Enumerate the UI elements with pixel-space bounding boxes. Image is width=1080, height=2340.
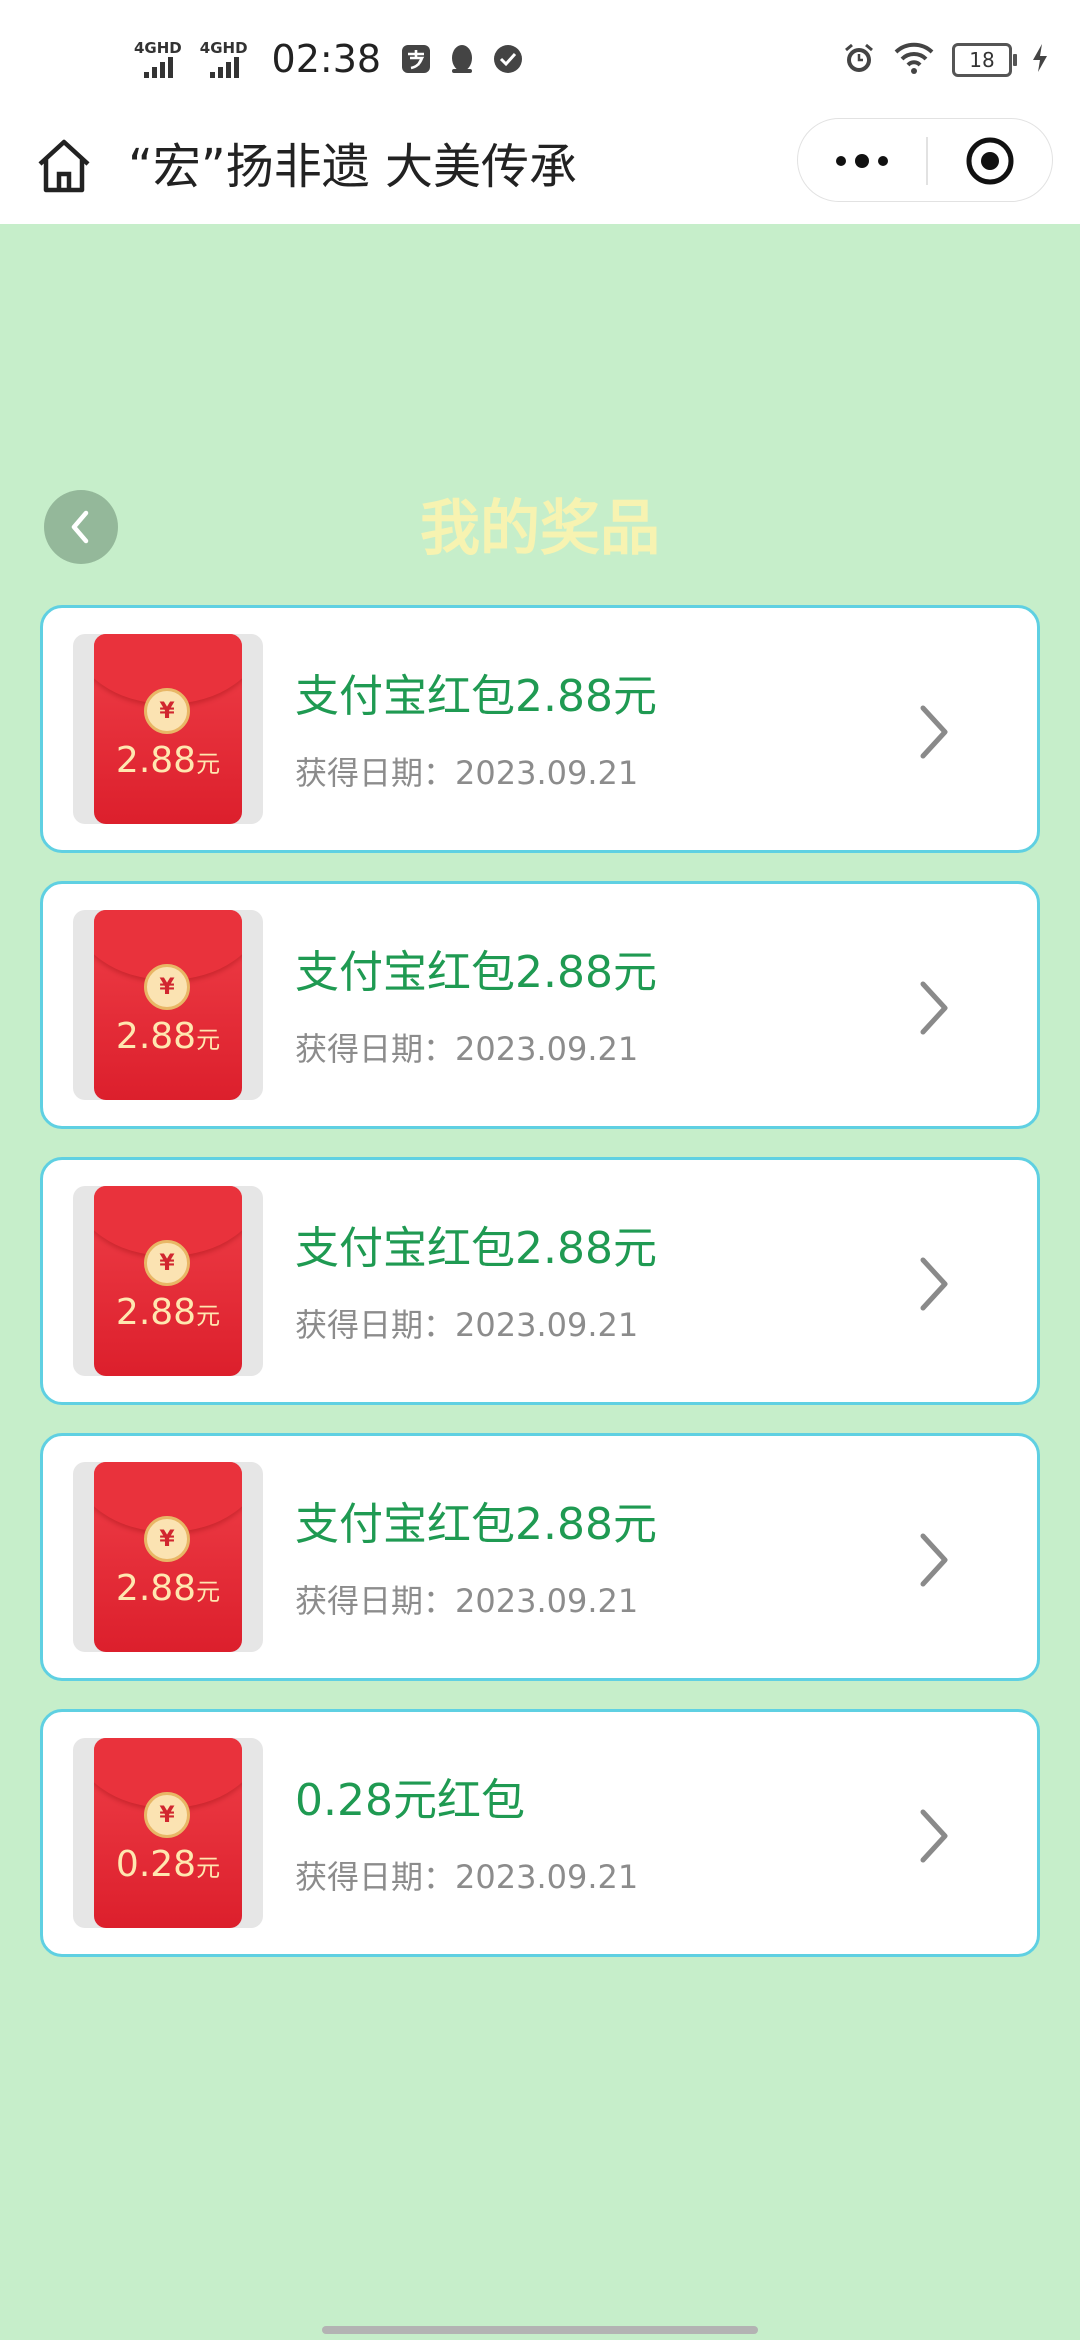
prize-thumbnail: ¥ 0.28元: [73, 1738, 263, 1928]
penguin-app-icon: [445, 42, 479, 76]
prize-date: 获得日期：2023.09.21: [295, 1306, 639, 1344]
envelope-amount: 2.88元: [94, 1292, 242, 1333]
prize-date: 获得日期：2023.09.21: [295, 1858, 639, 1896]
target-icon: [966, 137, 1014, 185]
envelope-amount-unit: 元: [196, 1302, 221, 1330]
page-heading: 我的奖品: [420, 494, 660, 564]
envelope-amount-value: 2.88: [115, 1016, 197, 1057]
prize-card[interactable]: ¥ 2.88元 支付宝红包2.88元 获得日期：2023.09.21: [40, 881, 1040, 1129]
prize-name: 支付宝红包2.88元: [295, 947, 657, 998]
prize-name: 支付宝红包2.88元: [295, 1223, 657, 1274]
status-bar: 4GHD 4GHD 02:38 18: [0, 0, 1080, 112]
envelope-amount-unit: 元: [196, 750, 221, 778]
prize-name: 支付宝红包2.88元: [295, 671, 657, 722]
signal-bars-icon: [209, 56, 239, 78]
coin-icon: ¥: [144, 1516, 190, 1562]
prize-list: ¥ 2.88元 支付宝红包2.88元 获得日期：2023.09.21 ¥ 2.8…: [40, 605, 1040, 1985]
title-bar: “宏”扬非遗 大美传承: [0, 112, 1080, 224]
chevron-right-icon[interactable]: [913, 1530, 953, 1590]
coin-icon: ¥: [144, 964, 190, 1010]
alipay-app-icon: [399, 42, 433, 76]
status-right: 18: [842, 36, 1050, 84]
coin-icon: ¥: [144, 688, 190, 734]
red-envelope-icon: ¥ 2.88元: [94, 910, 242, 1100]
envelope-amount-unit: 元: [196, 1578, 221, 1606]
red-envelope-icon: ¥ 2.88元: [94, 1186, 242, 1376]
page-title: “宏”扬非遗 大美传承: [128, 139, 577, 195]
envelope-amount-value: 2.88: [115, 740, 197, 781]
envelope-amount-value: 2.88: [115, 1292, 197, 1333]
network-type-label: 4GHD: [199, 38, 248, 57]
status-left: 4GHD 4GHD 02:38: [134, 34, 525, 84]
chevron-right-icon[interactable]: [913, 1254, 953, 1314]
prize-name: 支付宝红包2.88元: [295, 1499, 657, 1550]
coin-icon: ¥: [144, 1792, 190, 1838]
prize-thumbnail: ¥ 2.88元: [73, 1186, 263, 1376]
more-dots-icon: [836, 154, 888, 168]
charging-icon: [1030, 42, 1050, 78]
prize-card[interactable]: ¥ 0.28元 0.28元红包 获得日期：2023.09.21: [40, 1709, 1040, 1957]
signal-2: 4GHD: [199, 38, 248, 78]
network-type-label: 4GHD: [134, 38, 182, 57]
wifi-icon: [894, 42, 934, 78]
red-envelope-icon: ¥ 2.88元: [94, 1462, 242, 1652]
prize-thumbnail: ¥ 2.88元: [73, 634, 263, 824]
prize-card[interactable]: ¥ 2.88元 支付宝红包2.88元 获得日期：2023.09.21: [40, 1433, 1040, 1681]
battery-level: 18: [969, 48, 995, 72]
signal-1: 4GHD: [134, 38, 182, 78]
envelope-amount: 0.28元: [94, 1844, 242, 1885]
chevron-right-icon[interactable]: [913, 1806, 953, 1866]
alarm-icon: [842, 41, 876, 79]
prize-date: 获得日期：2023.09.21: [295, 1030, 639, 1068]
chevron-right-icon[interactable]: [913, 702, 953, 762]
home-indicator[interactable]: [322, 2326, 758, 2334]
envelope-amount-value: 0.28: [115, 1844, 197, 1885]
prize-thumbnail: ¥ 2.88元: [73, 1462, 263, 1652]
battery-icon: 18: [952, 43, 1017, 77]
envelope-amount-value: 2.88: [115, 1568, 197, 1609]
prize-card[interactable]: ¥ 2.88元 支付宝红包2.88元 获得日期：2023.09.21: [40, 605, 1040, 853]
prize-name: 0.28元红包: [295, 1775, 525, 1826]
mini-program-capsule: [797, 118, 1053, 202]
red-envelope-icon: ¥ 0.28元: [94, 1738, 242, 1928]
check-circle-icon: [491, 42, 525, 76]
envelope-amount-unit: 元: [196, 1854, 221, 1882]
signal-bars-icon: [144, 56, 173, 78]
prize-date: 获得日期：2023.09.21: [295, 754, 639, 792]
envelope-amount: 2.88元: [94, 1568, 242, 1609]
prize-thumbnail: ¥ 2.88元: [73, 910, 263, 1100]
close-button[interactable]: [926, 119, 1054, 203]
coin-icon: ¥: [144, 1240, 190, 1286]
chevron-right-icon[interactable]: [913, 978, 953, 1038]
envelope-amount-unit: 元: [196, 1026, 221, 1054]
envelope-amount: 2.88元: [94, 740, 242, 781]
prize-card[interactable]: ¥ 2.88元 支付宝红包2.88元 获得日期：2023.09.21: [40, 1157, 1040, 1405]
status-time: 02:38: [271, 37, 382, 81]
prize-date: 获得日期：2023.09.21: [295, 1582, 639, 1620]
home-icon[interactable]: [32, 134, 96, 198]
red-envelope-icon: ¥ 2.88元: [94, 634, 242, 824]
envelope-amount: 2.88元: [94, 1016, 242, 1057]
more-button[interactable]: [798, 119, 926, 203]
